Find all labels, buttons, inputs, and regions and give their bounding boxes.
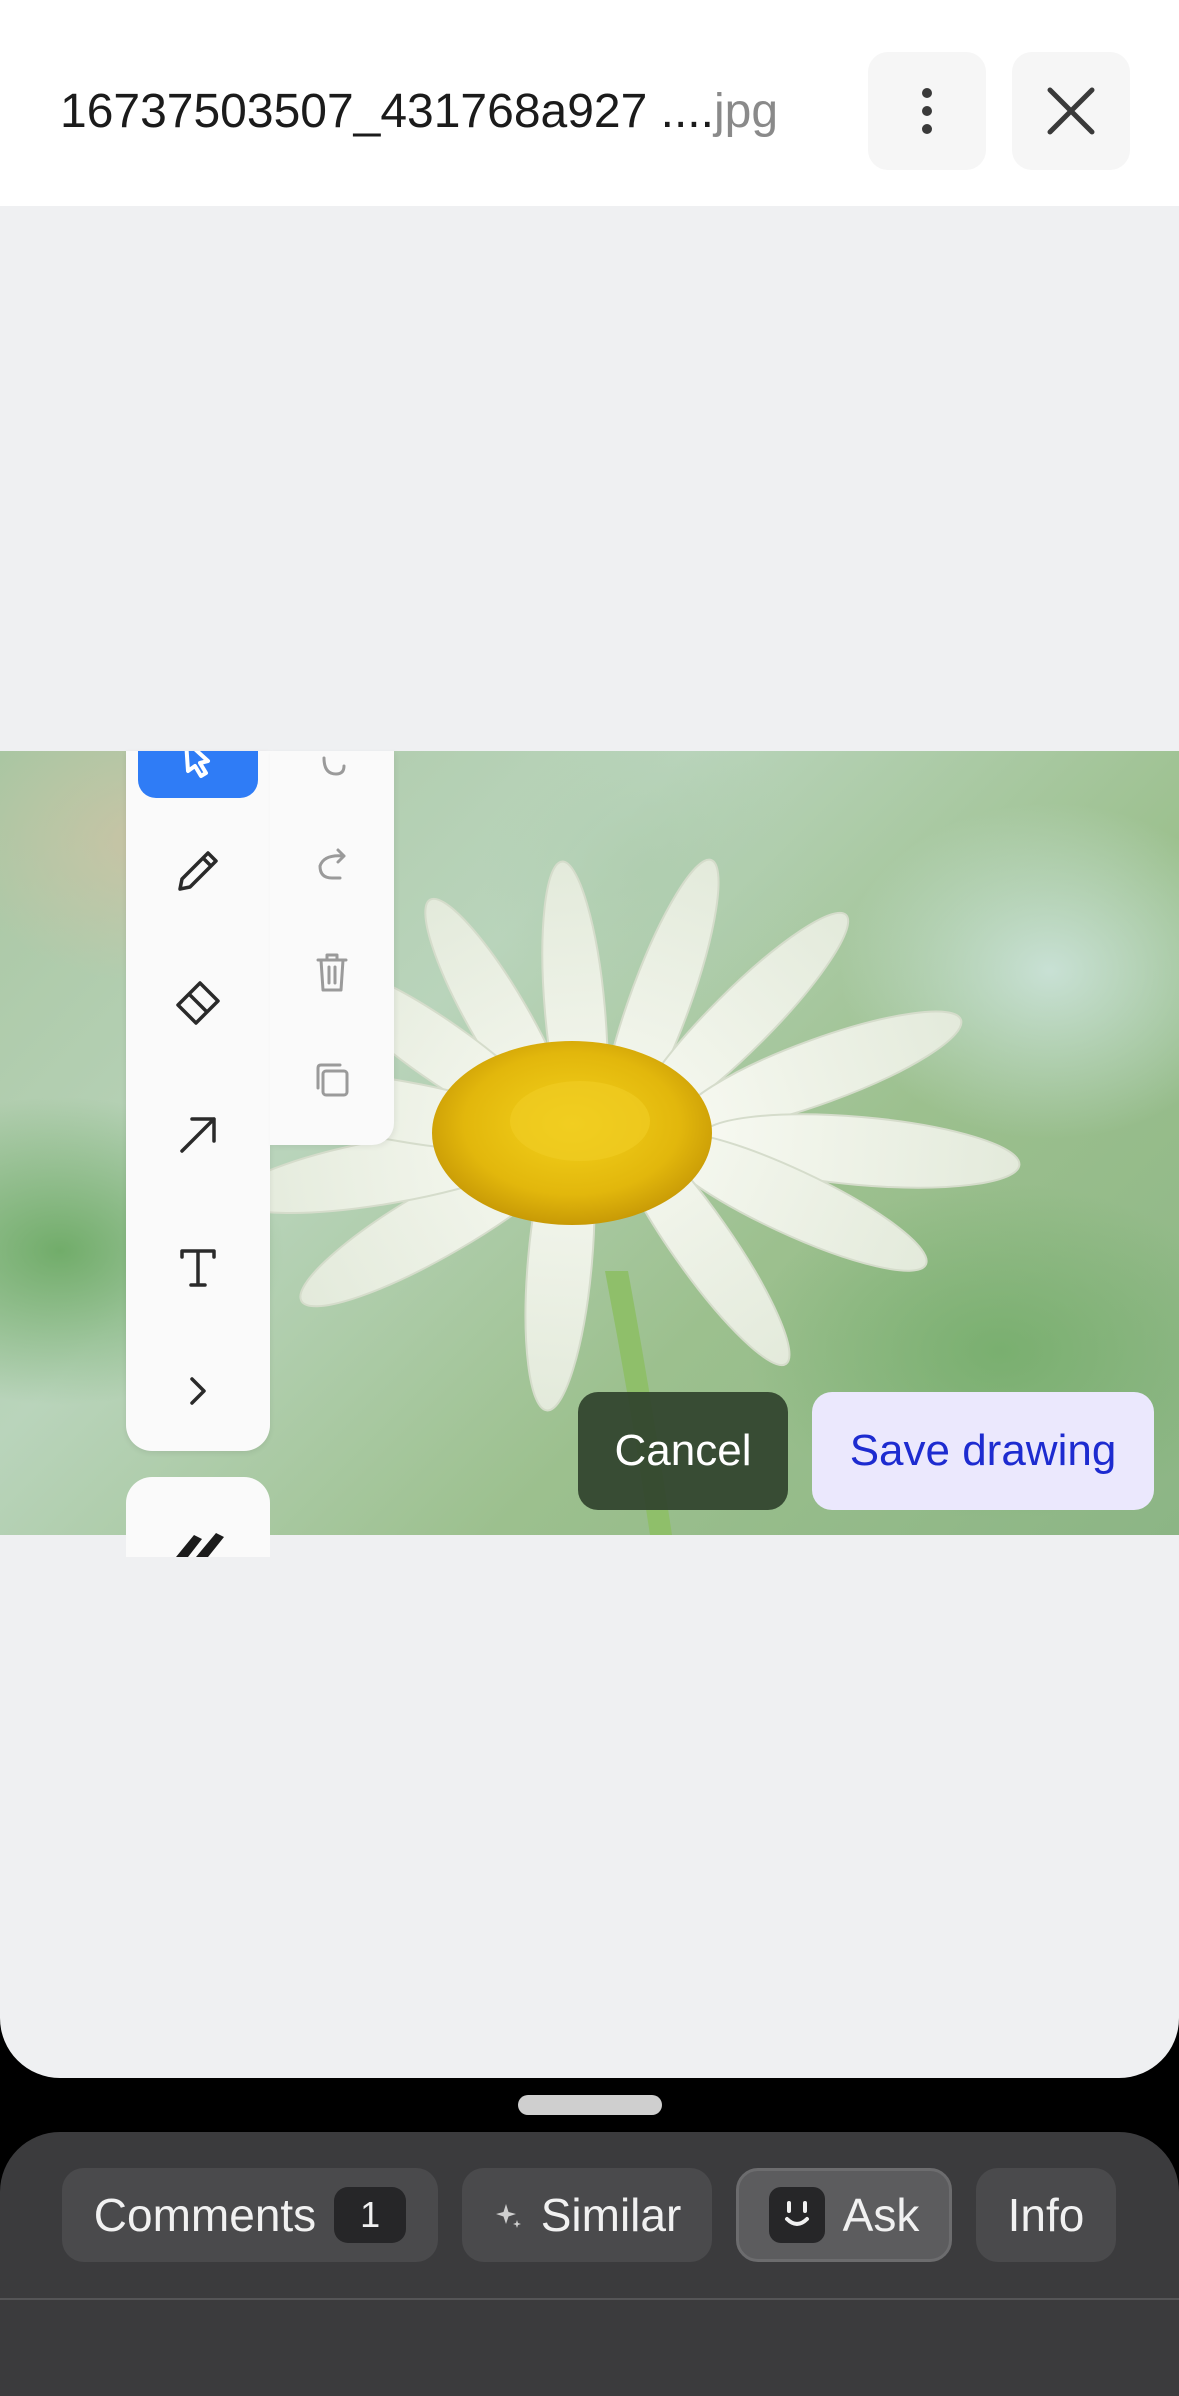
ask-tab[interactable]: Ask bbox=[736, 2168, 952, 2262]
more-options-button[interactable] bbox=[868, 52, 986, 170]
redo-icon bbox=[318, 848, 346, 880]
duplicate-button[interactable] bbox=[282, 1035, 382, 1125]
redo-button[interactable] bbox=[282, 821, 382, 911]
file-name: 16737503507_431768a927 .... bbox=[60, 85, 714, 138]
drawing-subtoolbar bbox=[270, 751, 394, 1145]
eraser-tool-button[interactable] bbox=[148, 953, 248, 1053]
file-extension: jpg bbox=[713, 85, 779, 138]
similar-tab[interactable]: Similar bbox=[462, 2168, 712, 2262]
comments-count-badge: 1 bbox=[334, 2187, 407, 2243]
text-icon bbox=[180, 1249, 216, 1287]
app-root: 16737503507_431768a927 ....jpg Cancel Sa… bbox=[0, 0, 1179, 2396]
info-tab[interactable]: Info bbox=[976, 2168, 1116, 2262]
stroke-style-button[interactable] bbox=[126, 1477, 270, 1557]
undo-button[interactable] bbox=[282, 721, 382, 811]
chevron-right-icon bbox=[190, 1377, 206, 1405]
comments-tab[interactable]: Comments 1 bbox=[62, 2168, 438, 2262]
pencil-icon bbox=[178, 851, 218, 891]
ask-face-icon bbox=[768, 2187, 825, 2243]
close-button[interactable] bbox=[1012, 52, 1130, 170]
viewer-header: 16737503507_431768a927 ....jpg bbox=[0, 0, 1179, 206]
pencil-tool-button[interactable] bbox=[148, 821, 248, 921]
ask-label: Ask bbox=[842, 2189, 920, 2241]
sheet-drag-handle[interactable] bbox=[518, 2095, 662, 2115]
more-vertical-icon bbox=[922, 88, 932, 134]
arrow-tool-button[interactable] bbox=[148, 1085, 248, 1185]
eraser-icon bbox=[176, 981, 220, 1025]
similar-label: Similar bbox=[540, 2189, 682, 2241]
copy-icon bbox=[316, 1063, 349, 1097]
arrow-icon bbox=[180, 1117, 216, 1153]
file-title: 16737503507_431768a927 ....jpg bbox=[60, 80, 778, 144]
comments-label: Comments bbox=[93, 2189, 317, 2241]
select-tool-button[interactable] bbox=[138, 751, 258, 798]
undo-icon bbox=[322, 756, 346, 776]
select-icon bbox=[184, 751, 210, 778]
more-tools-button[interactable] bbox=[148, 1341, 248, 1441]
delete-button[interactable] bbox=[282, 927, 382, 1017]
image-viewer-sheet: 16737503507_431768a927 ....jpg Cancel Sa… bbox=[0, 0, 1179, 2078]
info-label: Info bbox=[1007, 2189, 1085, 2241]
cancel-button[interactable]: Cancel bbox=[578, 1392, 788, 1510]
brush-stroke-icon bbox=[176, 1533, 224, 1557]
save-drawing-button[interactable]: Save drawing bbox=[812, 1392, 1154, 1510]
bottom-divider bbox=[0, 2298, 1179, 2300]
text-tool-button[interactable] bbox=[148, 1217, 248, 1317]
trash-icon bbox=[316, 953, 348, 992]
close-icon bbox=[1047, 87, 1095, 135]
sparkle-icon bbox=[495, 2204, 521, 2228]
drawing-toolbar bbox=[126, 751, 270, 1451]
